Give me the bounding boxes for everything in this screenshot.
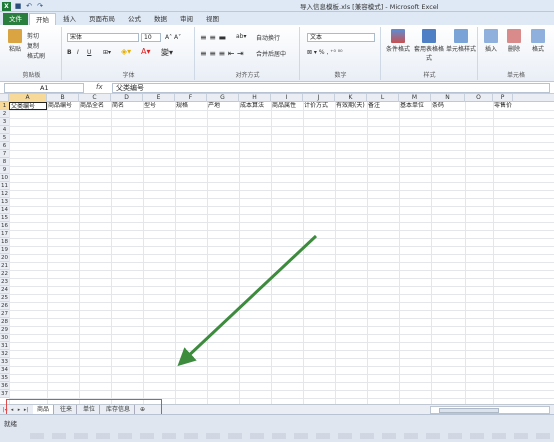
tab-view[interactable]: 视图 (200, 13, 225, 25)
insert-label: 插入 (484, 46, 497, 53)
excel-logo-icon: X (2, 1, 11, 11)
scroll-thumb[interactable] (439, 408, 499, 413)
wrap-text-button[interactable]: 自动换行 (256, 33, 280, 42)
title-bar: X ■ ↶ ↷ 导入信息模板.xls [兼容模式] - Microsoft Ex… (0, 0, 554, 12)
alignment-group-label: 对齐方式 (235, 72, 260, 79)
alignment-group: ≡ ≡ ▬ ab▾ 自动换行 ≡ ≡ ≡ ⇤ ⇥ 合并后居中 对齐方式 (196, 27, 300, 80)
font-size-select[interactable]: 10 (141, 33, 161, 42)
format-icon (531, 29, 545, 43)
cell-styles-label: 单元格样式 (446, 46, 477, 53)
delete-label: 删除 (507, 46, 520, 53)
horizontal-scrollbar[interactable] (430, 406, 550, 414)
copy-button[interactable]: 复制 (27, 41, 39, 50)
undo-icon[interactable]: ↶ (25, 2, 33, 10)
accounting-icon[interactable]: ⊠ ▾ % , ⁺⁰ ⁰⁰ (307, 49, 343, 56)
cell-styles-icon (454, 29, 468, 43)
bold-button[interactable]: B (67, 49, 72, 56)
tab-data[interactable]: 数据 (148, 13, 173, 25)
status-text: 就绪 (4, 420, 17, 428)
ribbon-home: 粘贴 剪切 复制 格式刷 剪贴板 宋体 10 A˄ A˅ B I U ⊞▾ ◈▾… (0, 25, 554, 82)
quick-access-toolbar: X ■ ↶ ↷ (2, 1, 44, 11)
clipboard-group-label: 剪贴板 (22, 72, 41, 79)
font-group: 宋体 10 A˄ A˅ B I U ⊞▾ ◈▾ A▾ 變▾ 字体 (63, 27, 195, 80)
insert-icon (484, 29, 498, 43)
format-label: 格式 (531, 46, 544, 53)
formula-input[interactable]: 父类编号 (112, 83, 550, 93)
taskbar-strip (30, 433, 550, 439)
table-icon (422, 29, 436, 43)
styles-group-label: 样式 (423, 72, 436, 79)
number-group-label: 数字 (334, 72, 347, 79)
number-group: 文本 ⊠ ▾ % , ⁺⁰ ⁰⁰ 数字 (301, 27, 381, 80)
window-title: 导入信息模板.xls [兼容模式] - Microsoft Excel (300, 3, 439, 11)
orientation-icon[interactable]: ab▾ (236, 33, 247, 40)
annotation-arrow (177, 234, 318, 367)
tab-formulas[interactable]: 公式 (122, 13, 147, 25)
insert-cells-button[interactable]: 插入 (481, 29, 501, 53)
cells-group-label: 单元格 (506, 72, 525, 79)
ribbon-tabs: 文件 开始 插入 页面布局 公式 数据 审阅 视图 (0, 12, 554, 25)
tab-insert[interactable]: 插入 (57, 13, 82, 25)
cell-styles-button[interactable]: 单元格样式 (446, 29, 476, 53)
paste-label: 粘贴 (8, 46, 21, 53)
font-color-icon[interactable]: A▾ (141, 47, 151, 56)
align-top-icon[interactable]: ≡ ≡ ▬ (200, 33, 226, 42)
format-as-table-button[interactable]: 套用表格格式 (414, 29, 444, 62)
underline-button[interactable]: U (87, 49, 91, 56)
paste-button[interactable]: 粘贴 (5, 29, 25, 53)
conditional-format-icon (391, 29, 405, 43)
tab-review[interactable]: 审阅 (174, 13, 199, 25)
save-icon[interactable]: ■ (14, 2, 22, 10)
number-format-select[interactable]: 文本 (307, 33, 375, 42)
font-name-select[interactable]: 宋体 (67, 33, 139, 42)
formula-bar: A1 fx 父类编号 (0, 82, 554, 94)
tab-file[interactable]: 文件 (3, 13, 28, 25)
grow-font-icon[interactable]: A˄ A˅ (165, 34, 181, 41)
conditional-format-button[interactable]: 条件格式 (384, 29, 412, 53)
name-box[interactable]: A1 (4, 83, 84, 93)
arrow-line (177, 234, 318, 367)
align-left-icon[interactable]: ≡ ≡ ≡ ⇤ ⇥ (200, 49, 244, 58)
fill-color-icon[interactable]: ◈▾ (121, 47, 131, 56)
cut-button[interactable]: 剪切 (27, 31, 39, 40)
tab-page-layout[interactable]: 页面布局 (83, 13, 121, 25)
delete-cells-button[interactable]: 删除 (504, 29, 524, 53)
format-as-table-label: 套用表格格式 (414, 46, 445, 62)
tab-home[interactable]: 开始 (29, 13, 56, 25)
italic-button[interactable]: I (77, 49, 79, 56)
redo-icon[interactable]: ↷ (36, 2, 44, 10)
paste-icon (8, 29, 22, 43)
merge-center-button[interactable]: 合并后居中 (256, 49, 286, 58)
status-bar: 就绪 (0, 414, 554, 442)
format-cells-button[interactable]: 格式 (527, 29, 549, 53)
worksheet-grid[interactable]: ABCDEFGHIJKLMNOP 1 2 3 4 5 6 7 8 9 10 11 12 13 14 15 16… (0, 94, 554, 404)
format-painter-button[interactable]: 格式刷 (27, 51, 45, 60)
insert-function-icon[interactable]: fx (96, 83, 103, 91)
clipboard-group: 粘贴 剪切 复制 格式刷 剪贴板 (2, 27, 62, 80)
border-icon[interactable]: ⊞▾ (103, 49, 111, 56)
styles-group: 条件格式 套用表格格式 单元格样式 样式 (382, 27, 478, 80)
conditional-format-label: 条件格式 (385, 46, 410, 53)
phonetic-icon[interactable]: 變▾ (161, 47, 173, 58)
delete-icon (507, 29, 521, 43)
cells-group: 插入 删除 格式 单元格 (479, 27, 553, 80)
font-group-label: 字体 (122, 72, 135, 79)
